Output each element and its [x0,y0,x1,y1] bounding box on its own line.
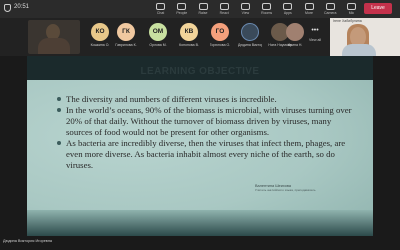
avatar [286,23,304,41]
apps-button[interactable]: Apps [277,2,298,17]
shared-slide: LEARNING OBJECTIVE The diversity and num… [27,56,373,236]
slide-credit: Валентина Шеихова Учитель английского яз… [255,184,316,192]
raise-hand-icon [198,3,208,10]
slide-bullets: The diversity and numbers of different v… [57,94,357,171]
self-video-tile[interactable] [28,20,80,54]
raise-hand-button[interactable]: Raise [192,2,213,17]
react-button[interactable]: React [214,2,235,17]
camera-icon [325,3,335,10]
participant-tile[interactable]: ГК Гаврилова К. [114,20,138,54]
list-item: As bacteria are incredibly diverse, then… [57,138,357,171]
participant-tile[interactable]: ГО Горюнова О. [208,20,232,54]
pinned-video-tile[interactable]: Irene Хабибулина [330,18,400,58]
rooms-button[interactable]: Rooms [256,2,277,17]
camera-button[interactable]: Camera [320,2,341,17]
participant-tile[interactable]: ОМ Орлова М. [146,20,170,54]
more-button[interactable]: More [298,2,319,17]
slide-title: LEARNING OBJECTIVE [140,66,260,77]
avatar: ГК [117,23,135,41]
avatar: КВ [180,23,198,41]
participant-video-tile[interactable]: Ирина Н. [284,20,306,54]
mic-button[interactable]: Mic [341,2,362,17]
participant-tile[interactable]: КО Кошкина О. [88,20,112,54]
rooms-icon [262,3,272,10]
meeting-toolbar: 20:51 Chat People Raise React View Rooms… [0,0,400,18]
avatar: ОМ [149,23,167,41]
people-icon [177,3,187,10]
react-icon [219,3,229,10]
people-button[interactable]: People [171,2,192,17]
more-dots-icon: ••• [311,27,319,34]
list-item: In the world’s oceans, 90% of the biomas… [57,105,357,138]
view-icon [240,3,250,10]
avatar [241,23,259,41]
more-icon [304,3,314,10]
participant-video-tile[interactable]: Дюдина Виктория [238,20,262,54]
apps-icon [283,3,293,10]
presenter-name: Дюдина Виктория Игоревна [3,239,53,243]
avatar: ГО [211,23,229,41]
chat-icon [156,3,166,10]
mic-icon [346,3,356,10]
meeting-timer: 20:51 [14,4,30,10]
leave-button[interactable]: Leave [364,3,392,14]
participant-tile[interactable]: КВ Кононова В. [177,20,201,54]
view-button[interactable]: View [235,2,256,17]
chat-button[interactable]: Chat [150,2,171,17]
avatar: КО [91,23,109,41]
shield-icon [4,4,11,12]
view-all-button[interactable]: ••• View all [304,24,326,52]
toolbar-controls: Chat People Raise React View Rooms Apps … [150,2,362,17]
list-item: The diversity and numbers of different v… [57,94,357,105]
